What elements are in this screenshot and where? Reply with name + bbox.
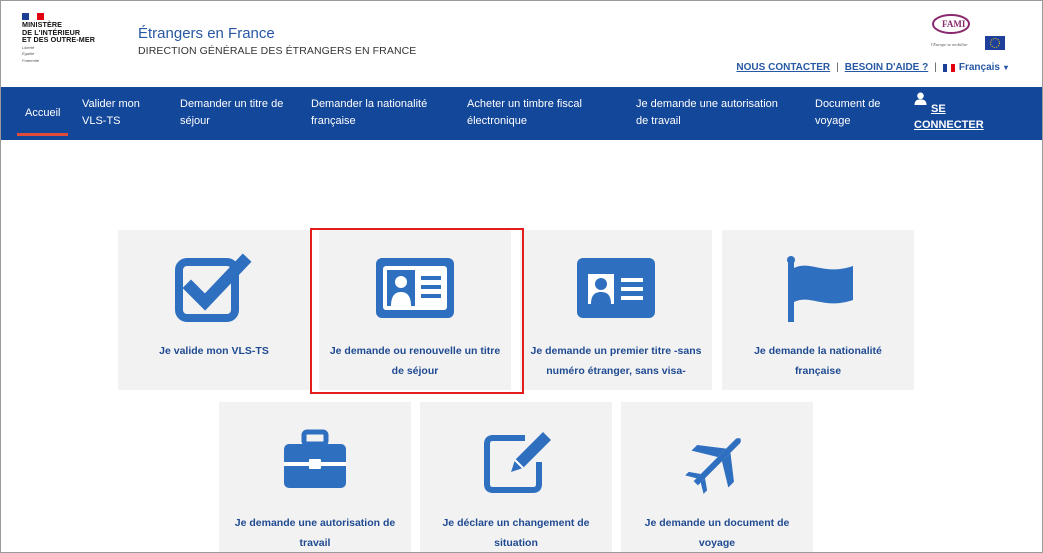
- flag-icon: [787, 256, 853, 322]
- marianne-flag-icon: [22, 13, 44, 20]
- tile-label-line2: travail: [299, 537, 331, 549]
- tile-nationalite[interactable]: Je demande la nationalité française: [722, 230, 914, 390]
- nav-label-line2: électronique: [467, 115, 527, 127]
- tile-changement-situation[interactable]: Je déclare un changement de situation: [420, 402, 612, 552]
- nav-item-nationalite[interactable]: Demander la nationalité française: [311, 96, 427, 130]
- nav-item-autorisation-travail[interactable]: Je demande une autorisation de travail: [636, 96, 778, 130]
- tile-label: Je demande un premier titre -sans: [530, 345, 702, 357]
- ministry-line-3: ET DES OUTRE-MER: [22, 35, 96, 45]
- nav-item-document-voyage[interactable]: Document de voyage: [815, 96, 880, 130]
- ministry-logo[interactable]: MINISTÈRE DE L'INTÉRIEUR ET DES OUTRE-ME…: [22, 13, 122, 64]
- motto-line-1: Liberté: [22, 44, 35, 50]
- nav-item-titre-sejour[interactable]: Demander un titre de séjour: [180, 96, 283, 130]
- motto-line-2: Égalité: [22, 51, 35, 57]
- site-subtitle: DIRECTION GÉNÉRALE DES ÉTRANGERS EN FRAN…: [138, 45, 417, 57]
- top-links: NOUS CONTACTER | BESOIN D'AIDE ? | Franç…: [736, 62, 1008, 73]
- login-label-line2: CONNECTER: [914, 119, 984, 131]
- login-link[interactable]: SE CONNECTER: [914, 101, 984, 133]
- nav-label-line2: française: [311, 115, 356, 127]
- nav-label-line2: voyage: [815, 115, 851, 127]
- tile-label: Je demande un document de: [644, 517, 790, 529]
- tile-label-line2: voyage: [698, 537, 736, 549]
- site-title[interactable]: Étrangers en France: [138, 25, 275, 42]
- fami-logo: FAMI l'Europe se mobilise: [931, 14, 1005, 50]
- tile-autorisation-travail[interactable]: Je demande une autorisation de travail: [219, 402, 411, 552]
- checkbox-icon: [175, 253, 252, 322]
- tile-label-line2: française: [794, 365, 842, 377]
- separator: |: [836, 62, 839, 73]
- fami-caption: l'Europe se mobilise: [931, 42, 968, 47]
- nav-label-line2: VLS-TS: [82, 115, 121, 127]
- separator: |: [934, 62, 937, 73]
- language-selector[interactable]: Français ▾: [942, 62, 1008, 73]
- tile-label: Je demande la nationalité: [754, 345, 882, 357]
- main-nav: Accueil Valider mon VLS-TS Demander un t…: [1, 87, 1042, 140]
- nav-active-indicator: [17, 133, 68, 136]
- tile-label: Je demande ou renouvelle un titre: [329, 345, 501, 357]
- tile-label: Je valide mon VLS-TS: [159, 345, 269, 357]
- tile-titre-sejour[interactable]: Je demande ou renouvelle un titre de séj…: [319, 230, 511, 390]
- nav-label: Document de: [815, 98, 881, 110]
- page-frame: MINISTÈRE DE L'INTÉRIEUR ET DES OUTRE-ME…: [0, 0, 1043, 553]
- airplane-icon: [685, 438, 741, 494]
- tile-premier-titre[interactable]: Je demande un premier titre -sans numéro…: [520, 230, 712, 390]
- nav-label: Valider mon: [82, 98, 140, 110]
- nav-label-line2: séjour: [180, 115, 210, 127]
- language-label: Français: [958, 62, 1000, 73]
- fami-logo-text: FAMI: [942, 19, 966, 29]
- nav-label: Demander la nationalité: [311, 98, 428, 110]
- nav-label: Accueil: [25, 107, 61, 119]
- tile-label: Je demande une autorisation de: [234, 517, 396, 529]
- id-card-icon: [376, 258, 454, 318]
- login-label-line1: SE: [931, 103, 946, 115]
- nav-label: Demander un titre de: [180, 98, 284, 110]
- tile-label-line2: numéro étranger, sans visa-: [546, 365, 686, 377]
- edit-icon: [484, 432, 551, 493]
- briefcase-icon: [284, 429, 346, 488]
- tile-label: Je déclare un changement de: [442, 517, 590, 529]
- nav-item-timbre-fiscal[interactable]: Acheter un timbre fiscal électronique: [467, 96, 582, 130]
- nav-label: Acheter un timbre fiscal: [467, 98, 582, 110]
- nav-label-line2: de travail: [636, 115, 681, 127]
- id-card-icon: [577, 258, 655, 318]
- motto-line-3: Fraternité: [22, 57, 40, 63]
- tile-label-line2: de séjour: [391, 365, 439, 377]
- tile-label-line2: situation: [494, 537, 538, 549]
- nav-item-valider-vls-ts[interactable]: Valider mon VLS-TS: [82, 96, 140, 130]
- nav-item-accueil[interactable]: Accueil: [25, 105, 60, 122]
- french-flag-icon: [942, 63, 955, 72]
- tile-document-voyage[interactable]: Je demande un document de voyage: [621, 402, 813, 552]
- site-header: MINISTÈRE DE L'INTÉRIEUR ET DES OUTRE-ME…: [1, 1, 1042, 86]
- help-link[interactable]: BESOIN D'AIDE ?: [845, 62, 929, 73]
- tile-valide-vls-ts[interactable]: Je valide mon VLS-TS: [118, 230, 310, 390]
- contact-link[interactable]: NOUS CONTACTER: [736, 62, 830, 73]
- chevron-down-icon: ▾: [1003, 63, 1008, 72]
- nav-label: Je demande une autorisation: [636, 98, 778, 110]
